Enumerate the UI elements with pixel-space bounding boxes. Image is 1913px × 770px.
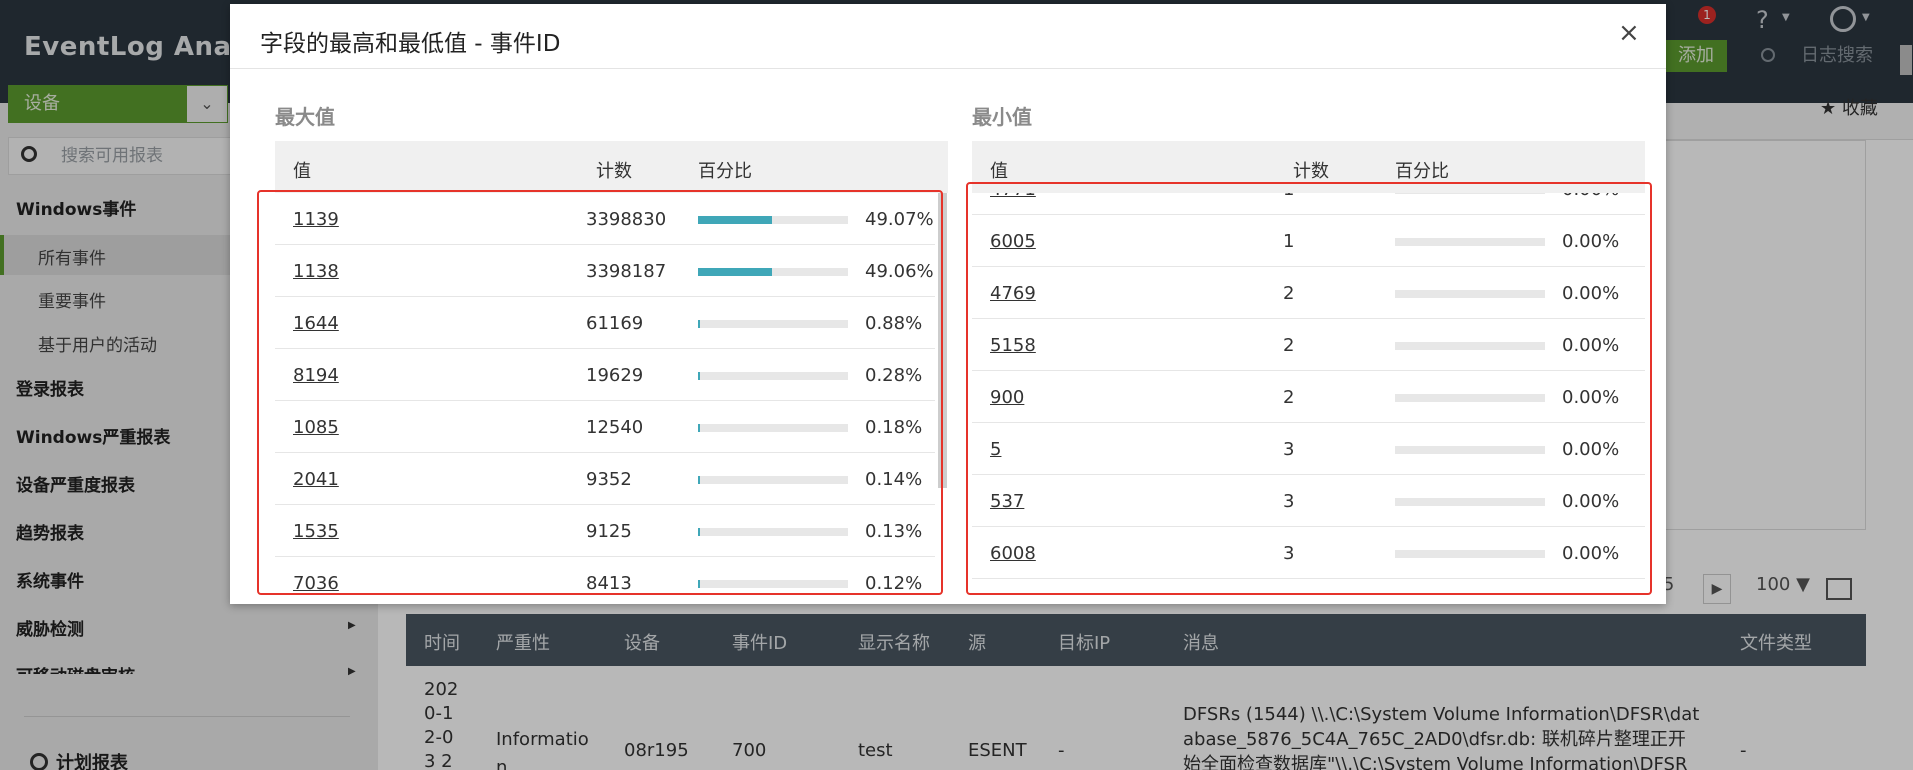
col-header-percent: 百分比 <box>1395 161 1449 182</box>
col-header-value: 值 <box>293 161 311 182</box>
modal-divider <box>230 68 1666 69</box>
max-values-header: 值 计数 百分比 <box>275 141 948 193</box>
close-icon[interactable]: × <box>1618 18 1640 48</box>
modal-title: 字段的最高和最低值 - 事件ID <box>260 31 561 57</box>
highlight-box-max <box>257 190 943 595</box>
min-values-label: 最小值 <box>972 105 1032 129</box>
field-values-modal: 字段的最高和最低值 - 事件ID × 最大值 值 计数 百分比 1139 3398… <box>230 4 1666 604</box>
col-header-value: 值 <box>990 161 1008 182</box>
highlight-box-min <box>966 182 1652 595</box>
max-values-label: 最大值 <box>275 105 335 129</box>
col-header-percent: 百分比 <box>698 161 752 182</box>
col-header-count: 计数 <box>1293 161 1329 182</box>
col-header-count: 计数 <box>596 161 632 182</box>
